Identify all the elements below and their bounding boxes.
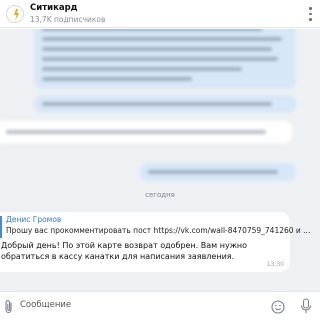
message-input[interactable]: Сообщение	[20, 300, 71, 310]
logo-icon	[8, 7, 23, 22]
channel-name[interactable]: Ситикард	[30, 3, 78, 13]
message-list[interactable]: сегодня Денис Громов Прошу вас прокоммен…	[0, 29, 320, 291]
reply-author[interactable]: Денис Громов	[6, 215, 61, 224]
paperclip-icon[interactable]	[3, 299, 15, 315]
reply-quote[interactable]: Прошу вас прокомментировать пост https:/…	[6, 226, 310, 235]
message-bubble[interactable]: Денис Громов Прошу вас прокомментировать…	[0, 212, 310, 272]
reply-indicator	[0, 216, 2, 238]
blurred-history	[0, 29, 320, 209]
message-composer: Сообщение	[0, 291, 320, 320]
smiley-icon[interactable]	[271, 299, 285, 314]
chat-header: Ситикард 13,7K подписчиков	[0, 0, 320, 28]
channel-avatar[interactable]	[6, 5, 24, 23]
message-time: 13:30	[266, 261, 284, 268]
message-text: Добрый день! По этой карте возврат одобр…	[1, 241, 248, 261]
more-vertical-icon[interactable]	[304, 4, 316, 24]
microphone-icon[interactable]	[300, 297, 312, 315]
subscriber-count: 13,7K подписчиков	[30, 15, 106, 24]
date-separator: сегодня	[145, 191, 175, 199]
